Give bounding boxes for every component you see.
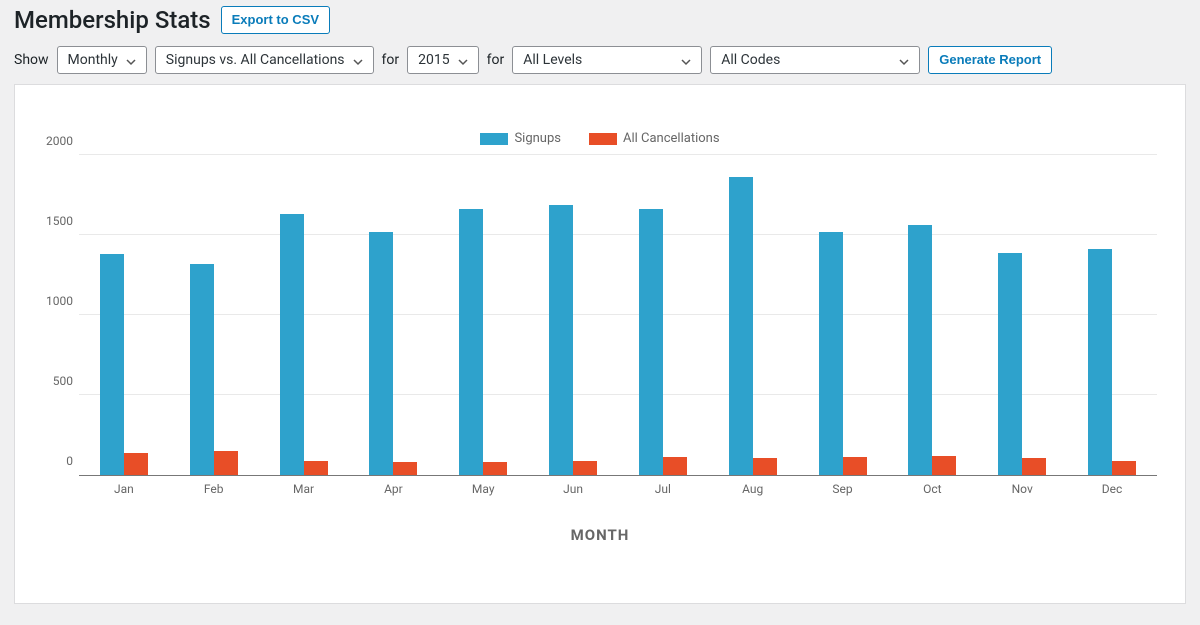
bar-signups: [549, 205, 573, 475]
legend-label-cancellations: All Cancellations: [623, 131, 720, 146]
month-column: [438, 156, 528, 475]
legend-item-cancellations: All Cancellations: [589, 131, 720, 146]
x-axis-labels: JanFebMarAprMayJunJulAugSepOctNovDec: [79, 476, 1157, 496]
legend-swatch-cancellations: [589, 133, 617, 145]
chevron-down-icon: [899, 55, 909, 65]
filters-bar: Show Monthly Signups vs. All Cancellatio…: [14, 46, 1186, 74]
chart-legend: Signups All Cancellations: [33, 131, 1167, 146]
metric-select-value: Signups vs. All Cancellations: [166, 52, 345, 68]
metric-select[interactable]: Signups vs. All Cancellations: [155, 46, 374, 74]
bar-signups: [1088, 249, 1112, 475]
x-axis-tick-label: Dec: [1067, 476, 1157, 496]
bar-cancellations: [932, 456, 956, 475]
month-column: [1067, 156, 1157, 475]
month-column: [79, 156, 169, 475]
bar-cancellations: [483, 462, 507, 475]
chevron-down-icon: [458, 55, 468, 65]
x-axis-tick-label: Nov: [977, 476, 1067, 496]
chevron-down-icon: [681, 55, 691, 65]
x-axis-tick-label: Oct: [887, 476, 977, 496]
x-axis-tick-label: Sep: [798, 476, 888, 496]
levels-select-value: All Levels: [523, 52, 582, 68]
bar-signups: [369, 232, 393, 475]
chart-plot-area: 0500100015002000: [79, 156, 1157, 476]
bar-signups: [280, 214, 304, 475]
bar-signups: [100, 254, 124, 475]
bar-signups: [819, 232, 843, 475]
x-axis-tick-label: Aug: [708, 476, 798, 496]
x-axis-tick-label: Mar: [259, 476, 349, 496]
y-axis-tick: 2000: [29, 134, 73, 148]
x-axis-tick-label: Feb: [169, 476, 259, 496]
month-column: [348, 156, 438, 475]
bar-signups: [639, 209, 663, 475]
bar-cancellations: [304, 461, 328, 475]
for-label: for: [487, 52, 505, 68]
month-column: [887, 156, 977, 475]
bar-signups: [998, 253, 1022, 475]
codes-select[interactable]: All Codes: [710, 46, 920, 74]
bar-signups: [729, 177, 753, 475]
generate-report-button[interactable]: Generate Report: [928, 46, 1052, 74]
export-csv-button[interactable]: Export to CSV: [221, 6, 330, 34]
chevron-down-icon: [126, 55, 136, 65]
month-column: [618, 156, 708, 475]
bar-cancellations: [1112, 461, 1136, 475]
chevron-down-icon: [353, 55, 363, 65]
bar-cancellations: [753, 458, 777, 475]
codes-select-value: All Codes: [721, 52, 780, 68]
bar-cancellations: [663, 457, 687, 475]
page-title: Membership Stats: [14, 6, 211, 34]
bar-signups: [190, 264, 214, 475]
bars-container: [79, 156, 1157, 475]
y-axis-tick: 0: [29, 454, 73, 468]
period-select[interactable]: Monthly: [57, 46, 147, 74]
bar-cancellations: [393, 462, 417, 475]
bar-cancellations: [1022, 458, 1046, 475]
chart-card: Signups All Cancellations 05001000150020…: [14, 84, 1186, 604]
x-axis-tick-label: Jun: [528, 476, 618, 496]
legend-item-signups: Signups: [480, 131, 561, 146]
month-column: [798, 156, 888, 475]
for-label: for: [382, 52, 400, 68]
year-select-value: 2015: [418, 52, 449, 68]
y-axis-tick: 500: [29, 374, 73, 388]
month-column: [169, 156, 259, 475]
legend-swatch-signups: [480, 133, 508, 145]
y-axis-tick: 1500: [29, 214, 73, 228]
month-column: [528, 156, 618, 475]
x-axis-tick-label: Jan: [79, 476, 169, 496]
legend-label-signups: Signups: [514, 131, 561, 146]
x-axis-tick-label: Jul: [618, 476, 708, 496]
bar-signups: [459, 209, 483, 475]
bar-cancellations: [214, 451, 238, 475]
bar-cancellations: [573, 461, 597, 475]
month-column: [708, 156, 798, 475]
y-axis-tick: 1000: [29, 294, 73, 308]
month-column: [259, 156, 349, 475]
levels-select[interactable]: All Levels: [512, 46, 702, 74]
bar-cancellations: [124, 453, 148, 475]
month-column: [977, 156, 1067, 475]
x-axis-tick-label: May: [438, 476, 528, 496]
year-select[interactable]: 2015: [407, 46, 478, 74]
x-axis-title: MONTH: [33, 526, 1167, 544]
x-axis-tick-label: Apr: [348, 476, 438, 496]
grid-line: [79, 154, 1157, 155]
show-label: Show: [14, 52, 49, 68]
bar-cancellations: [843, 457, 867, 475]
bar-signups: [908, 225, 932, 475]
period-select-value: Monthly: [68, 52, 118, 68]
